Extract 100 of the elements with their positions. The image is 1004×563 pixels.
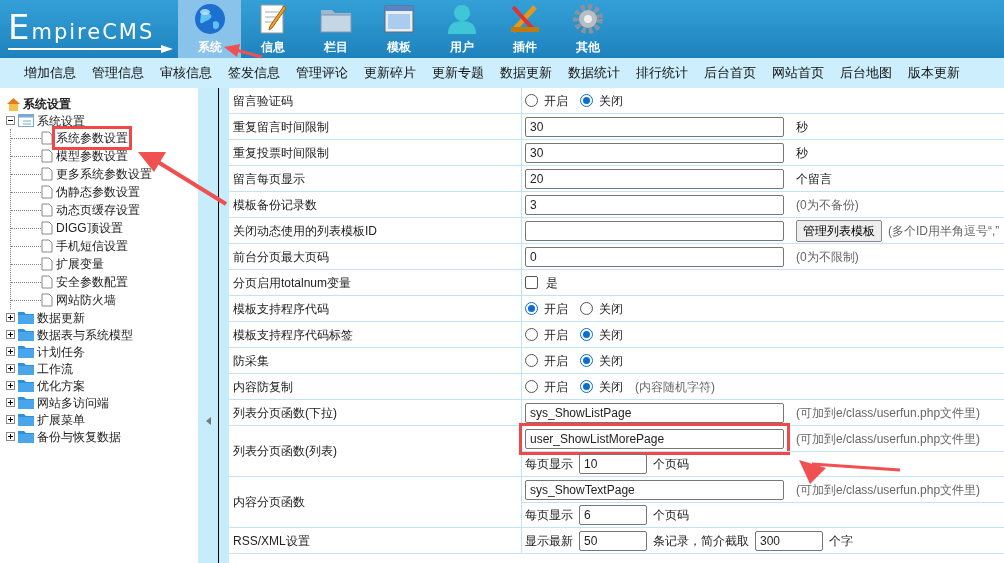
text-field[interactable]: 3 (525, 194, 784, 215)
radio-button[interactable] (580, 302, 593, 315)
folder-icon (18, 345, 34, 358)
setting-label: 内容分页函数 (229, 477, 522, 527)
tree-item[interactable]: 网站多访问端 (37, 393, 109, 412)
menu-link[interactable]: 数据统计 (568, 63, 620, 83)
menu-link[interactable]: 数据更新 (500, 63, 552, 83)
tree-item[interactable]: 工作流 (37, 359, 73, 378)
tree-item[interactable]: 网站防火墙 (55, 291, 117, 309)
tree-item[interactable]: 计划任务 (37, 342, 85, 361)
text-field[interactable]: 30 (525, 116, 784, 137)
tree-item[interactable]: 数据表与系统模型 (37, 325, 133, 344)
radio-label: 开启 (544, 326, 568, 344)
text-field[interactable]: 6 (579, 505, 647, 525)
text-field[interactable]: 300 (755, 530, 823, 551)
tree-item[interactable]: 手机短信设置 (55, 237, 129, 255)
tree-item[interactable]: 数据更新 (37, 308, 85, 327)
manage-button[interactable]: 管理列表模板 (796, 219, 882, 242)
logo-arrow-icon (8, 44, 173, 53)
radio-button[interactable] (580, 328, 593, 341)
menu-link[interactable]: 管理信息 (92, 63, 144, 83)
expand-toggle[interactable] (6, 381, 15, 390)
gear-icon (570, 2, 605, 36)
nav-tab[interactable]: 用户 (430, 0, 493, 58)
expand-toggle[interactable] (6, 432, 15, 441)
menu-link[interactable]: 后台首页 (704, 63, 756, 83)
hint-text: (可加到e/class/userfun.php文件里) (796, 430, 981, 448)
menu-link[interactable]: 管理评论 (296, 63, 348, 83)
text-field[interactable]: 10 (579, 454, 647, 474)
radio-button[interactable] (525, 94, 538, 107)
expand-toggle[interactable] (6, 398, 15, 407)
setting-label: 列表分页函数(下拉) (229, 400, 522, 425)
hint-text: (可加到e/class/userfun.php文件里) (796, 481, 981, 499)
radio-button[interactable] (525, 328, 538, 341)
tree-item[interactable]: 备份与恢复数据 (37, 427, 121, 446)
text-field[interactable]: user_ShowListMorePage (525, 428, 784, 449)
setting-label: 分页启用totalnum变量 (229, 270, 522, 295)
radio-button[interactable] (525, 354, 538, 367)
menu-link[interactable]: 更新专题 (432, 63, 484, 83)
unit-label: 条记录，简介截取 (653, 532, 749, 550)
globe-icon (192, 2, 227, 36)
hint-text: (多个ID用半角逗号“,” (888, 222, 1000, 240)
tree-item[interactable]: 伪静态参数设置 (55, 183, 141, 201)
tree-item[interactable]: 扩展变量 (55, 255, 105, 273)
setting-label: 重复投票时间限制 (229, 140, 522, 165)
expand-toggle[interactable] (6, 415, 15, 424)
radio-button[interactable] (580, 380, 593, 393)
tree-item[interactable]: 安全参数配置 (55, 273, 129, 291)
text-field[interactable]: 50 (579, 530, 647, 551)
radio-label: 开启 (544, 352, 568, 370)
setting-label: RSS/XML设置 (229, 528, 522, 553)
text-field[interactable]: 20 (525, 168, 784, 189)
tree-item[interactable]: 动态页缓存设置 (55, 201, 141, 219)
text-field[interactable]: 30 (525, 142, 784, 163)
tree-item[interactable]: 系统参数设置 (55, 129, 129, 147)
nav-tab[interactable]: 信息 (241, 0, 304, 58)
menu-link[interactable]: 签发信息 (228, 63, 280, 83)
text-field[interactable] (525, 220, 784, 241)
menu-link[interactable]: 网站首页 (772, 63, 824, 83)
folder-icon (18, 114, 34, 127)
collapse-arrow-icon[interactable] (205, 416, 211, 425)
unit-label: 个页码 (653, 507, 689, 524)
tree-item[interactable]: 系统设置 (37, 111, 85, 130)
sidebar-splitter[interactable] (198, 88, 219, 563)
tree-item[interactable]: 扩展菜单 (37, 410, 85, 429)
setting-label: 前台分页最大页码 (229, 244, 522, 269)
menu-link[interactable]: 增加信息 (24, 63, 76, 83)
radio-label: 开启 (544, 300, 568, 318)
nav-tab[interactable]: 插件 (493, 0, 556, 58)
radio-label: 关闭 (599, 352, 623, 370)
radio-button[interactable] (525, 302, 538, 315)
checkbox[interactable] (525, 276, 538, 289)
nav-tab[interactable]: 栏目 (304, 0, 367, 58)
text-field[interactable]: 0 (525, 246, 784, 267)
setting-label: 留言验证码 (229, 88, 522, 113)
text-field[interactable]: sys_ShowListPage (525, 402, 784, 423)
tree-item[interactable]: DIGG顶设置 (55, 219, 124, 237)
menu-link[interactable]: 更新碎片 (364, 63, 416, 83)
collapse-toggle[interactable] (6, 116, 15, 125)
menu-link[interactable]: 版本更新 (908, 63, 960, 83)
menu-link[interactable]: 后台地图 (840, 63, 892, 83)
radio-button[interactable] (580, 94, 593, 107)
expand-toggle[interactable] (6, 330, 15, 339)
radio-button[interactable] (580, 354, 593, 367)
home-icon (6, 97, 21, 111)
checkbox-label: 是 (546, 274, 558, 292)
expand-toggle[interactable] (6, 347, 15, 356)
nav-tab[interactable]: 其他 (556, 0, 619, 58)
nav-tab[interactable]: 模板 (367, 0, 430, 58)
tree-item[interactable]: 优化方案 (37, 376, 85, 395)
tree-item[interactable]: 模型参数设置 (55, 147, 129, 165)
folder-icon (18, 430, 34, 443)
expand-toggle[interactable] (6, 313, 15, 322)
tree-item[interactable]: 更多系统参数设置 (55, 165, 153, 183)
menu-link[interactable]: 审核信息 (160, 63, 212, 83)
menu-link[interactable]: 排行统计 (636, 63, 688, 83)
radio-button[interactable] (525, 380, 538, 393)
text-field[interactable]: sys_ShowTextPage (525, 479, 784, 500)
setting-label: 防采集 (229, 348, 522, 373)
expand-toggle[interactable] (6, 364, 15, 373)
